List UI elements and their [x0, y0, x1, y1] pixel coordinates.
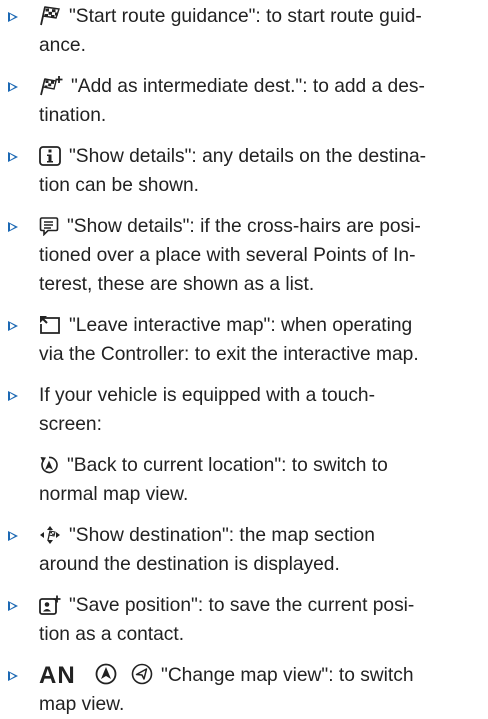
- list-item-leave-map: "Leave interactive map": when operating …: [0, 311, 488, 369]
- info-icon: [39, 146, 61, 166]
- bullet-triangle-icon: [8, 671, 18, 681]
- perspective-view-icon: [131, 663, 153, 685]
- item-text-cont: tioned over a place with several Points …: [39, 245, 416, 266]
- item-text: "Show destination": the map section: [69, 525, 375, 546]
- item-text-cont: tion as a contact.: [39, 624, 185, 645]
- list-item-add-destination: "Add as intermediate dest.": to add a de…: [0, 72, 488, 130]
- flag-plus-icon: [39, 76, 63, 96]
- item-text-cont: normal map view.: [39, 484, 189, 505]
- list-item-touchscreen: If your vehicle is equipped with a touch…: [0, 381, 488, 509]
- list-item-start-route: "Start route guidance": to start route g…: [0, 2, 488, 60]
- item-text: "Save position": to save the current pos…: [69, 595, 415, 616]
- bullet-triangle-icon: [8, 321, 18, 331]
- bullet-triangle-icon: [8, 391, 18, 401]
- bullet-triangle-icon: [8, 222, 18, 232]
- item-text: "Add as intermediate dest.": to add a de…: [71, 76, 425, 97]
- list-item-show-destination: "Show destination": the map section arou…: [0, 521, 488, 579]
- bullet-triangle-icon: [8, 531, 18, 541]
- document-page: "Start route guidance": to start route g…: [0, 0, 488, 719]
- item-text: "Start route guidance": to start route g…: [69, 6, 422, 27]
- item-text-cont: around the destination is displayed.: [39, 554, 340, 575]
- bullet-triangle-icon: [8, 601, 18, 611]
- item-text-cont: via the Controller: to exit the interact…: [39, 344, 419, 365]
- direction-of-travel-icon: [95, 663, 117, 685]
- bullet-triangle-icon: [8, 82, 18, 92]
- item-text-cont: map view.: [39, 694, 125, 715]
- bullet-triangle-icon: [8, 12, 18, 22]
- checkered-flag-icon: [39, 6, 61, 26]
- list-item-change-map-view: AN "Change map view": to switch map view…: [0, 661, 488, 719]
- item-text-cont: terest, these are shown as a list.: [39, 274, 315, 295]
- list-item-show-details-list: "Show details": if the cross-hairs are p…: [0, 212, 488, 299]
- list-item-save-position: "Save position": to save the current pos…: [0, 591, 488, 649]
- back-to-location-icon: [39, 455, 59, 475]
- item-text: "Show details": any details on the desti…: [69, 146, 427, 167]
- item-text: "Show details": if the cross-hairs are p…: [67, 216, 421, 237]
- bullet-triangle-icon: [8, 152, 18, 162]
- item-text: If your vehicle is equipped with a touch…: [39, 385, 375, 406]
- item-text-cont: screen:: [39, 414, 102, 435]
- item-text-cont: ance.: [39, 35, 86, 56]
- poi-list-icon: [39, 216, 59, 236]
- leave-map-icon: [39, 315, 61, 335]
- item-text-cont: tion can be shown.: [39, 175, 200, 196]
- show-destination-icon: [39, 525, 61, 545]
- item-text-cont: tination.: [39, 105, 107, 126]
- save-position-icon: [39, 595, 61, 615]
- north-up-icon: AN: [39, 662, 76, 689]
- item-text: "Change map view": to switch: [161, 665, 414, 686]
- item-text: "Leave interactive map": when operating: [69, 315, 413, 336]
- sub-item-back-to-location: "Back to current location": to switch to…: [39, 451, 488, 509]
- list-item-show-details: "Show details": any details on the desti…: [0, 142, 488, 200]
- item-text: "Back to current location": to switch to: [67, 455, 388, 476]
